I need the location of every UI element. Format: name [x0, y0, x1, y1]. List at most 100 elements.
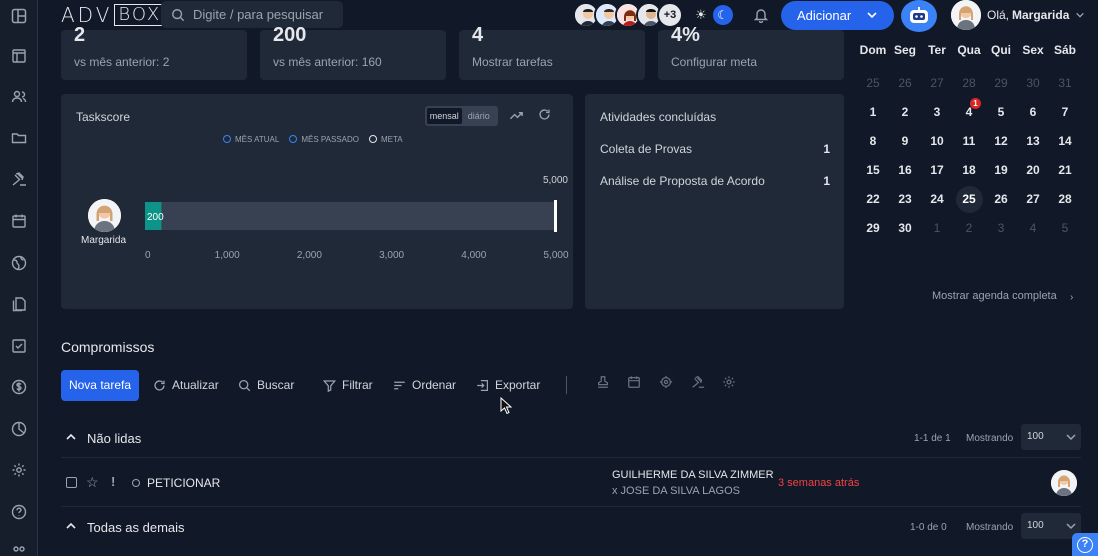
- task-row[interactable]: ☆ ! PETICIONAR GUILHERME DA SILVA ZIMMER…: [61, 457, 1081, 507]
- gavel-icon[interactable]: [691, 375, 705, 389]
- calendar-day[interactable]: 22: [857, 185, 889, 214]
- advbox-logo[interactable]: ADV BOX: [61, 3, 166, 27]
- layout-icon[interactable]: [11, 8, 27, 24]
- settings-icon[interactable]: [11, 462, 27, 478]
- folder-icon[interactable]: [11, 130, 27, 146]
- calendar-day[interactable]: 30: [1017, 69, 1049, 98]
- show-tasks-link[interactable]: Mostrar tarefas: [472, 55, 553, 69]
- user-menu[interactable]: Olá, Margarida: [951, 0, 1085, 30]
- calendar-day[interactable]: 19: [985, 156, 1017, 185]
- task-checkbox[interactable]: [66, 477, 77, 488]
- status-circle-icon[interactable]: [132, 479, 140, 487]
- assistant-bot-icon[interactable]: [901, 0, 937, 32]
- calendar-day[interactable]: 28: [1049, 185, 1081, 214]
- calendar-day[interactable]: 3: [921, 98, 953, 127]
- show-full-agenda-link[interactable]: Mostrar agenda completa: [932, 290, 1057, 302]
- calendar-day[interactable]: 17: [921, 156, 953, 185]
- page-size-select[interactable]: 100: [1021, 424, 1081, 450]
- stat-card-show-tasks[interactable]: 4 Mostrar tarefas: [459, 24, 645, 80]
- team-avatars[interactable]: +3: [573, 2, 683, 28]
- calendar-day[interactable]: 8: [857, 127, 889, 156]
- stat-card-goal[interactable]: 4% Configurar meta: [658, 24, 844, 80]
- calendar-day[interactable]: 2: [889, 98, 921, 127]
- calendar-day[interactable]: 1: [921, 214, 953, 243]
- activity-row[interactable]: Coleta de Provas 1: [600, 142, 830, 156]
- money-icon[interactable]: [11, 379, 27, 395]
- calendar-day[interactable]: 6: [1017, 98, 1049, 127]
- calendar-day[interactable]: 25: [857, 69, 889, 98]
- group-label[interactable]: Não lidas: [87, 431, 141, 446]
- chevron-up-icon[interactable]: [66, 432, 76, 442]
- pie-chart-icon[interactable]: [11, 421, 27, 437]
- calendar-day[interactable]: 5: [985, 98, 1017, 127]
- chevron-up-icon[interactable]: [66, 521, 76, 531]
- calendar-day[interactable]: 26: [889, 69, 921, 98]
- calendar-icon[interactable]: [11, 213, 27, 229]
- task-name[interactable]: PETICIONAR: [147, 476, 220, 490]
- stamp-icon[interactable]: [596, 375, 610, 389]
- calendar-day[interactable]: 12: [985, 127, 1017, 156]
- sun-icon[interactable]: ☀: [695, 7, 707, 23]
- filter-button[interactable]: Filtrar: [323, 378, 373, 392]
- add-button[interactable]: Adicionar: [781, 1, 894, 30]
- activity-row[interactable]: Análise de Proposta de Acordo 1: [600, 174, 830, 188]
- team-icon[interactable]: [11, 544, 27, 556]
- calendar-day[interactable]: 41: [953, 98, 985, 127]
- calendar-day[interactable]: 16: [889, 156, 921, 185]
- export-button[interactable]: Exportar: [476, 378, 540, 392]
- stat-card-points[interactable]: 200 vs mês anterior: 160: [260, 24, 446, 80]
- configure-goal-link[interactable]: Configurar meta: [671, 55, 757, 69]
- checklist-icon[interactable]: [11, 338, 27, 354]
- theme-toggle[interactable]: ☀ ☾: [695, 4, 741, 26]
- star-icon[interactable]: ☆: [86, 474, 99, 491]
- calendar-day[interactable]: 24: [921, 185, 953, 214]
- bell-icon[interactable]: [753, 7, 769, 24]
- help-button[interactable]: ?: [1072, 533, 1098, 556]
- documents-icon[interactable]: [11, 296, 27, 312]
- search-input[interactable]: Digite / para pesquisar: [161, 1, 343, 28]
- calendar-day[interactable]: 11: [953, 127, 985, 156]
- sort-button[interactable]: Ordenar: [393, 378, 456, 392]
- calendar-day[interactable]: 18: [953, 156, 985, 185]
- calendar-day[interactable]: 13: [1017, 127, 1049, 156]
- target-icon[interactable]: [659, 375, 673, 389]
- help-circle-icon[interactable]: [11, 504, 27, 520]
- calendar-day[interactable]: 28: [953, 69, 985, 98]
- new-task-button[interactable]: Nova tarefa: [61, 370, 139, 401]
- calendar-day[interactable]: 2: [953, 214, 985, 243]
- calendar-day[interactable]: 3: [985, 214, 1017, 243]
- calendar-icon[interactable]: [627, 375, 641, 389]
- calendar-day[interactable]: 27: [921, 69, 953, 98]
- calendar-day[interactable]: 20: [1017, 156, 1049, 185]
- settings-icon[interactable]: [722, 375, 736, 389]
- calendar-day[interactable]: 4: [1017, 214, 1049, 243]
- globe-icon[interactable]: [11, 255, 27, 271]
- calendar-day[interactable]: 10: [921, 127, 953, 156]
- calendar-day[interactable]: 14: [1049, 127, 1081, 156]
- calendar-day[interactable]: 27: [1017, 185, 1049, 214]
- calendar-day[interactable]: 23: [889, 185, 921, 214]
- search-button[interactable]: Buscar: [238, 378, 294, 392]
- calendar-day[interactable]: 31: [1049, 69, 1081, 98]
- calendar-day[interactable]: 9: [889, 127, 921, 156]
- calendar-day[interactable]: 29: [857, 214, 889, 243]
- calendar-day[interactable]: 7: [1049, 98, 1081, 127]
- group-label[interactable]: Todas as demais: [87, 520, 185, 535]
- gavel-icon[interactable]: [11, 171, 27, 187]
- calendar-day[interactable]: 25: [953, 185, 985, 214]
- calendar-day[interactable]: 21: [1049, 156, 1081, 185]
- users-icon[interactable]: [11, 89, 27, 105]
- refresh-button[interactable]: Atualizar: [153, 378, 219, 392]
- calendar-day[interactable]: 30: [889, 214, 921, 243]
- chevron-right-icon[interactable]: ›: [1070, 292, 1073, 303]
- board-icon[interactable]: [11, 48, 27, 64]
- moon-icon[interactable]: ☾: [712, 5, 733, 25]
- calendar-day[interactable]: 26: [985, 185, 1017, 214]
- calendar-day[interactable]: 1: [857, 98, 889, 127]
- calendar-day[interactable]: 29: [985, 69, 1017, 98]
- calendar-day[interactable]: 5: [1049, 214, 1081, 243]
- assignee-avatar[interactable]: [1051, 470, 1077, 496]
- stat-card-tasks[interactable]: 2 vs mês anterior: 2: [61, 24, 247, 80]
- calendar-day[interactable]: 15: [857, 156, 889, 185]
- priority-icon[interactable]: !: [111, 474, 115, 489]
